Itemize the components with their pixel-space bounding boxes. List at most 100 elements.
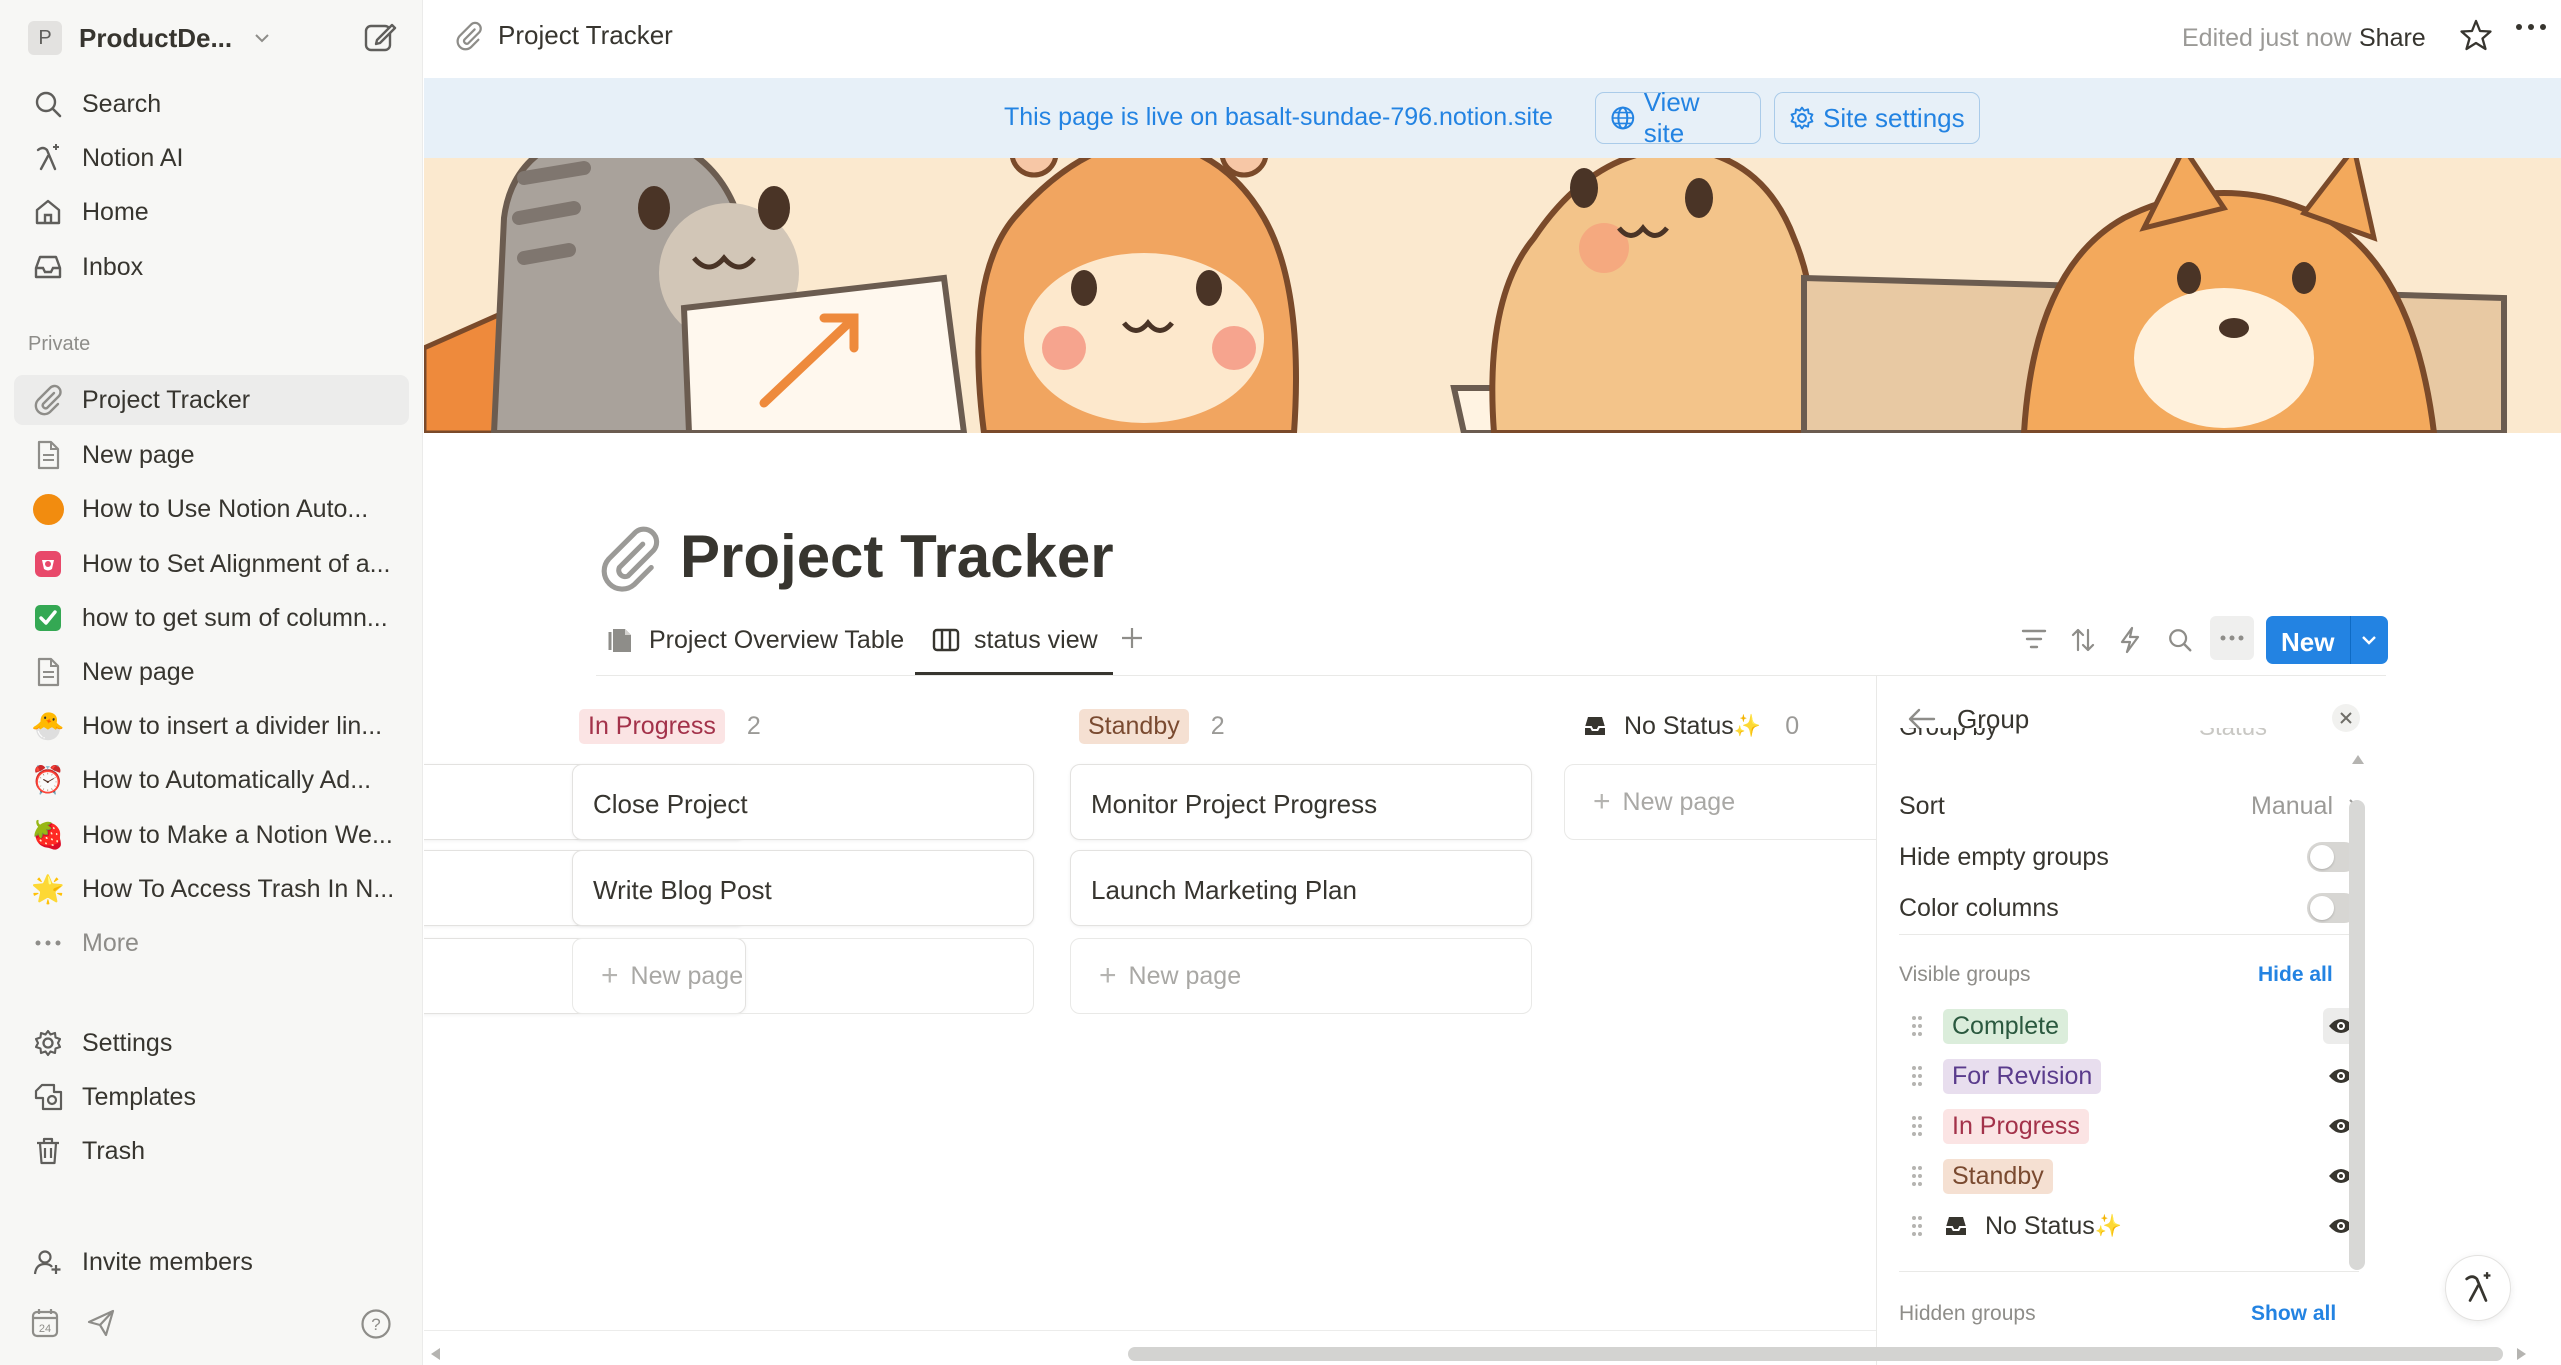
page-cover-image[interactable]: [424, 158, 2561, 433]
workspace-switcher[interactable]: P ProductDe...: [28, 18, 408, 58]
scroll-right-arrow-icon[interactable]: [2515, 1346, 2529, 1362]
sidebar-more[interactable]: More: [14, 918, 409, 968]
breadcrumb[interactable]: Project Tracker: [454, 20, 673, 51]
sidebar-page-sum-of-column[interactable]: how to get sum of column...: [14, 593, 409, 643]
calendar-icon[interactable]: 24: [30, 1307, 60, 1339]
sidebar-item-templates[interactable]: Templates: [14, 1072, 409, 1122]
column-header-in-progress[interactable]: In Progress 2: [579, 706, 761, 746]
edited-status: Edited just now: [2182, 24, 2352, 52]
sidebar-page-divider-line[interactable]: 🐣 How to insert a divider lin...: [14, 701, 409, 751]
board-card[interactable]: Write Blog Post: [572, 850, 1034, 926]
help-icon[interactable]: ?: [360, 1308, 392, 1340]
card-title: Launch Marketing Plan: [1091, 875, 1357, 905]
sidebar-item-home[interactable]: Home: [14, 187, 409, 237]
tab-status-view[interactable]: status view: [932, 620, 1098, 660]
sidebar-page-access-trash[interactable]: 🌟 How To Access Trash In N...: [14, 864, 409, 914]
gear-icon: [34, 1029, 62, 1057]
drag-handle-icon[interactable]: [1907, 1115, 1927, 1137]
new-button-label: New: [2281, 627, 2335, 657]
paperclip-icon: [34, 384, 62, 416]
sidebar-page-project-tracker[interactable]: Project Tracker: [14, 375, 409, 425]
drag-handle-icon[interactable]: [1907, 1065, 1927, 1087]
sidebar-page-automatically-add[interactable]: ⏰ How to Automatically Ad...: [14, 755, 409, 805]
drag-handle-icon[interactable]: [1907, 1165, 1927, 1187]
new-page-button[interactable]: + New page: [1564, 764, 1876, 840]
sidebar-page-notion-website[interactable]: 🍓 How to Make a Notion We...: [14, 810, 409, 860]
sidebar-item-notion-ai[interactable]: Notion AI: [14, 133, 409, 183]
sort-row[interactable]: Sort Manual: [1899, 786, 2359, 826]
sidebar-item-trash[interactable]: Trash: [14, 1126, 409, 1176]
group-row-in-progress[interactable]: In Progress: [1899, 1106, 2359, 1146]
plus-icon: +: [601, 959, 619, 992]
search-icon[interactable]: [2166, 626, 2194, 654]
board-horizontal-scrollbar[interactable]: [1128, 1347, 2503, 1361]
board-card[interactable]: Monitor Project Progress: [1070, 764, 1532, 840]
more-horizontal-icon: [35, 940, 61, 946]
sidebar-invite-members[interactable]: Invite members: [14, 1237, 409, 1287]
group-pill: Standby: [1943, 1158, 2053, 1194]
panel-scrollbar[interactable]: [2349, 800, 2365, 1270]
sidebar-page-new-page[interactable]: New page: [14, 430, 409, 480]
sidebar-item-label: More: [82, 928, 139, 957]
board-card[interactable]: Launch Marketing Plan: [1070, 850, 1532, 926]
column-header-standby[interactable]: Standby 2: [1079, 706, 1225, 746]
view-options-button[interactable]: [2210, 616, 2254, 660]
drag-handle-icon[interactable]: [1907, 1215, 1927, 1237]
scroll-left-arrow-icon[interactable]: [428, 1346, 442, 1362]
new-button[interactable]: New: [2266, 616, 2388, 664]
scroll-up-arrow-icon[interactable]: [2350, 752, 2366, 766]
lightning-icon[interactable]: [2118, 626, 2142, 654]
view-site-button[interactable]: View site: [1595, 87, 1761, 148]
more-horizontal-icon: [2220, 635, 2244, 641]
paperclip-icon[interactable]: [596, 525, 664, 593]
globe-icon: [1611, 106, 1635, 130]
board-icon: [932, 628, 960, 652]
sort-icon[interactable]: [2069, 626, 2097, 654]
new-page-button[interactable]: + New page: [572, 938, 1034, 1014]
new-page-label: New page: [1622, 787, 1736, 816]
more-options-icon[interactable]: [2514, 22, 2548, 32]
add-view-icon[interactable]: [1118, 624, 1146, 652]
group-row-standby[interactable]: Standby: [1899, 1156, 2359, 1196]
group-pill: Complete: [1943, 1008, 2068, 1044]
notion-ai-floating-button[interactable]: [2445, 1255, 2511, 1321]
chevron-down-icon[interactable]: [2360, 632, 2378, 648]
site-settings-button[interactable]: Site settings: [1774, 92, 1980, 144]
sidebar-item-inbox[interactable]: Inbox: [14, 242, 409, 292]
sidebar-page-set-alignment[interactable]: How to Set Alignment of a...: [14, 539, 409, 589]
page-title[interactable]: Project Tracker: [680, 522, 1114, 591]
sidebar-item-search[interactable]: Search: [14, 79, 409, 129]
gear-icon: [1790, 106, 1814, 130]
sparkles-icon: ✨: [2094, 1213, 2123, 1238]
inbox-icon: [34, 255, 62, 279]
cute-animals-illustration: [424, 158, 2561, 433]
page-icon: [37, 657, 60, 687]
share-button[interactable]: Share: [2359, 24, 2426, 53]
filter-icon[interactable]: [2020, 626, 2048, 652]
hide-all-button[interactable]: Hide all: [2258, 963, 2333, 987]
tab-project-overview-table[interactable]: Project Overview Table: [607, 620, 904, 660]
group-by-value: Status: [2199, 728, 2267, 740]
check-box-icon: [35, 605, 61, 631]
new-page-label: New page: [1128, 961, 1242, 990]
group-row-no-status[interactable]: No Status ✨: [1899, 1206, 2359, 1246]
group-row-for-revision[interactable]: For Revision: [1899, 1056, 2359, 1096]
new-page-button[interactable]: + New page: [1070, 938, 1532, 1014]
column-header-no-status[interactable]: No Status ✨ 0: [1582, 706, 1799, 746]
favorite-star-icon[interactable]: [2459, 18, 2493, 52]
send-icon[interactable]: [86, 1308, 116, 1338]
sidebar-page-new-page-2[interactable]: New page: [14, 647, 409, 697]
group-by-label: Group by: [1899, 728, 1998, 740]
notion-ai-icon: [2465, 1272, 2491, 1302]
show-all-button[interactable]: Show all: [2251, 1302, 2336, 1326]
group-row-complete[interactable]: Complete: [1899, 1006, 2359, 1046]
sidebar-item-settings[interactable]: Settings: [14, 1018, 409, 1068]
drag-handle-icon[interactable]: [1907, 1015, 1927, 1037]
banner-text: This page is live on basalt-sundae-796.n…: [1004, 103, 1553, 131]
sidebar-page-notion-automation[interactable]: How to Use Notion Auto...: [14, 484, 409, 534]
compose-icon[interactable]: [363, 20, 397, 54]
board-card[interactable]: Close Project: [572, 764, 1034, 840]
visible-groups-label: Visible groups: [1899, 963, 2031, 986]
group-by-row-partial[interactable]: Group by Status: [1899, 728, 2359, 740]
group-name: No Status: [1985, 1211, 2095, 1240]
